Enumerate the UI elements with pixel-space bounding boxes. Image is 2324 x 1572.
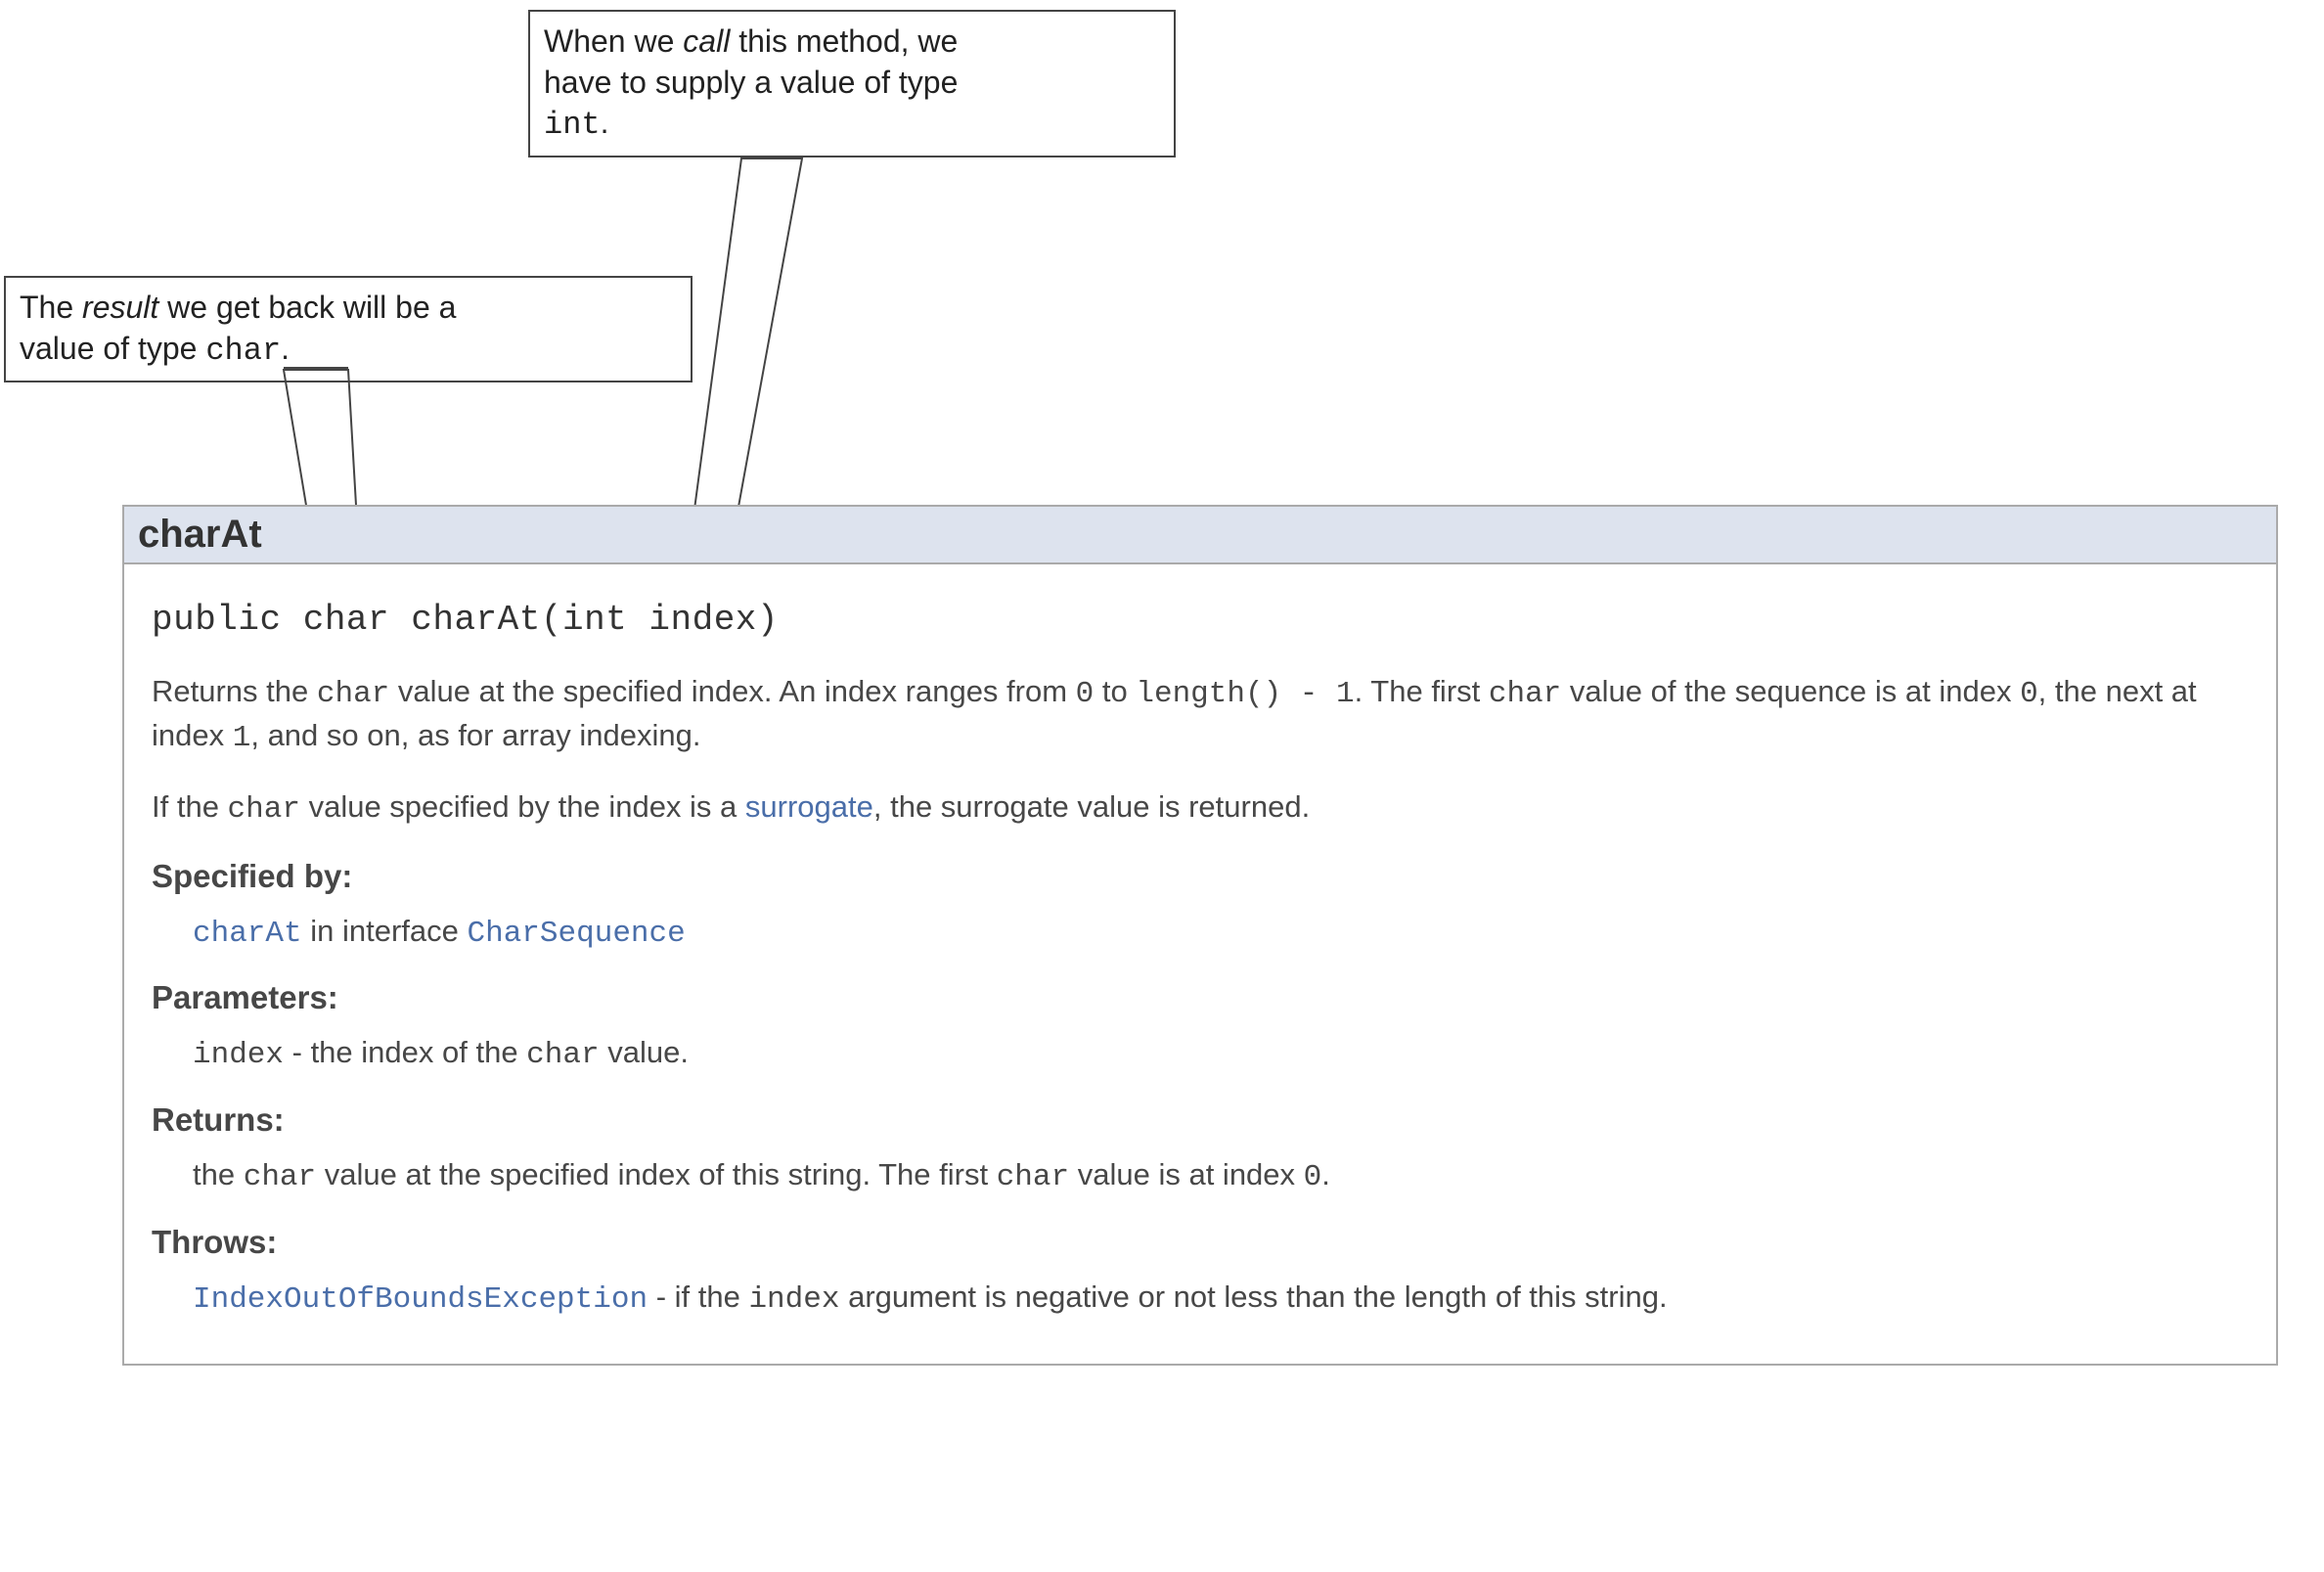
parameter-row: index - the index of the char value. [193, 1032, 2249, 1076]
doc-body: public char charAt(int index) Returns th… [124, 564, 2276, 1364]
text: . The first [1355, 674, 1489, 708]
text: value at the specified index of this str… [316, 1157, 997, 1191]
text: . [601, 105, 609, 140]
text: value of the sequence is at index [1561, 674, 2020, 708]
parameters-label: Parameters: [152, 979, 2249, 1016]
text-em: result [82, 290, 158, 325]
canvas: When we call this method, we have to sup… [0, 0, 2324, 1572]
code: char [244, 1160, 316, 1194]
text: - the index of the [284, 1035, 526, 1069]
method-title: charAt [124, 507, 2276, 564]
text: Returns the [152, 674, 317, 708]
link-exception[interactable]: IndexOutOfBoundsException [193, 1282, 648, 1317]
text: value is at index [1069, 1157, 1304, 1191]
returns-label: Returns: [152, 1101, 2249, 1139]
specified-by-label: Specified by: [152, 858, 2249, 895]
code: 0 [1076, 677, 1095, 711]
text: to [1094, 674, 1136, 708]
code: char [317, 677, 389, 711]
javadoc-panel: charAt public char charAt(int index) Ret… [122, 505, 2278, 1366]
text: value specified by the index is a [300, 789, 745, 824]
specified-by-value: charAt in interface CharSequence [193, 911, 2249, 955]
code: index [748, 1282, 839, 1317]
code: 0 [1304, 1160, 1322, 1194]
throws-value: IndexOutOfBoundsException - if the index… [193, 1277, 2249, 1321]
code: char [1489, 677, 1561, 711]
code: length() - 1 [1136, 677, 1354, 711]
text-em: call [683, 23, 730, 59]
link-surrogate[interactable]: surrogate [745, 789, 873, 824]
text: have to supply a value of type [544, 65, 958, 100]
description-para-2: If the char value specified by the index… [152, 786, 2249, 831]
text: - if the [648, 1280, 748, 1314]
returns-value: the char value at the specified index of… [193, 1154, 2249, 1198]
description-para-1: Returns the char value at the specified … [152, 671, 2249, 759]
text: , the surrogate value is returned. [873, 789, 1310, 824]
text: value. [600, 1035, 689, 1069]
text: If the [152, 789, 228, 824]
throws-label: Throws: [152, 1224, 2249, 1261]
link-charat[interactable]: charAt [193, 917, 302, 951]
link-charsequence[interactable]: CharSequence [468, 917, 686, 951]
text: this method, we [730, 23, 958, 59]
code: char [997, 1160, 1069, 1194]
code-char: char [205, 333, 281, 369]
callout-call: When we call this method, we have to sup… [528, 10, 1176, 157]
text: argument is negative or not less than th… [839, 1280, 1667, 1314]
text: we get back will be a [158, 290, 456, 325]
callout-result: The result we get back will be a value o… [4, 276, 693, 382]
code: char [228, 792, 300, 827]
text: in interface [302, 914, 468, 948]
code: char [526, 1038, 599, 1072]
text: The [20, 290, 82, 325]
text: When we [544, 23, 683, 59]
text: value at the specified index. An index r… [389, 674, 1075, 708]
text: . [1321, 1157, 1330, 1191]
text: the [193, 1157, 244, 1191]
text: . [281, 331, 290, 366]
param-name: index [193, 1038, 284, 1072]
text: value of type [20, 331, 205, 366]
code: 0 [2020, 677, 2038, 711]
code: 1 [233, 721, 251, 755]
code-int: int [544, 107, 601, 143]
method-signature: public char charAt(int index) [152, 600, 2249, 640]
text: , and so on, as for array indexing. [250, 718, 700, 752]
